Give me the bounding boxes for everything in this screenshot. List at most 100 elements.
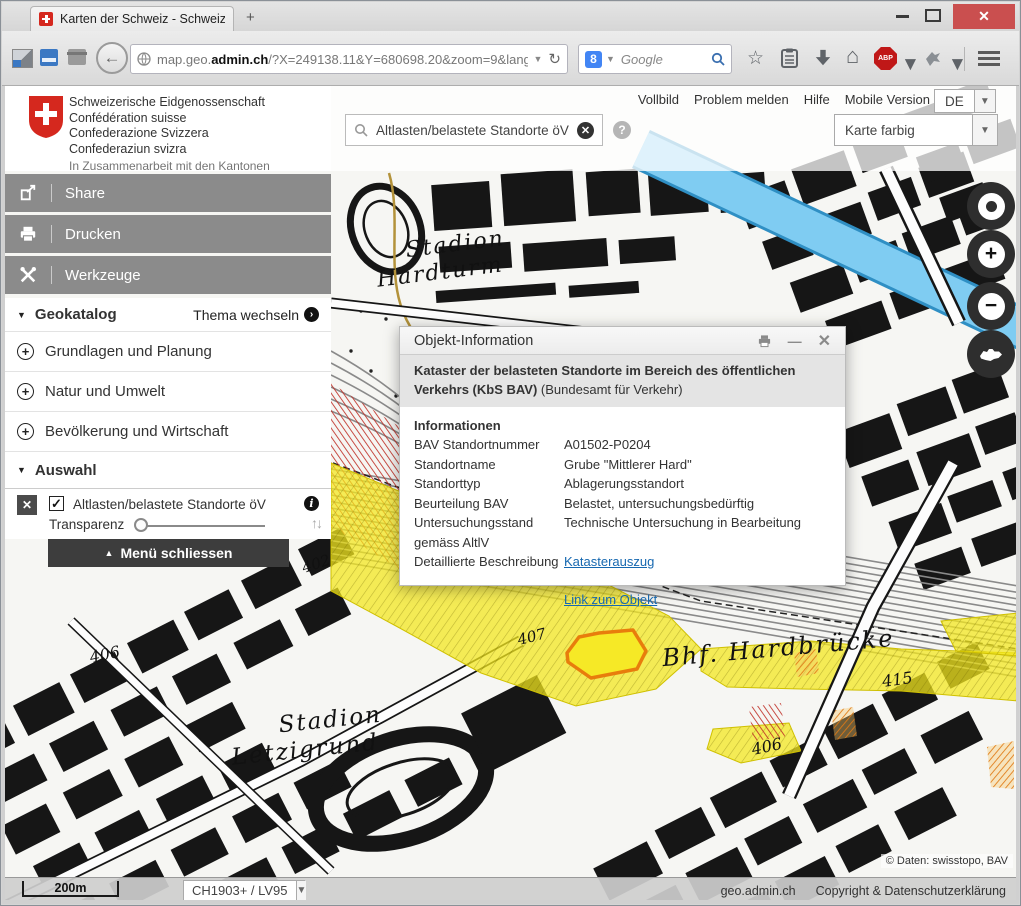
info-row: StandorttypAblagerungsstandort	[414, 474, 831, 494]
category-grundlagen[interactable]: + Grundlagen und Planung	[5, 332, 331, 372]
layer-checkbox[interactable]: ✓	[49, 496, 64, 511]
zoom-out-button[interactable]: −	[967, 282, 1015, 330]
slider-thumb[interactable]	[134, 518, 148, 532]
titlebar: Karten der Schweiz - Schweize... + ✕	[2, 2, 1019, 31]
auswahl-header[interactable]: ▼ Auswahl	[5, 452, 331, 488]
info-row-object-link: Link zum Objekt	[414, 590, 831, 610]
chevron-down-icon: ▼	[17, 465, 26, 475]
minimize-icon[interactable]: —	[788, 333, 802, 349]
geoadmin-link[interactable]: geo.admin.ch	[721, 884, 796, 898]
nav-hilfe[interactable]: Hilfe	[804, 92, 830, 107]
close-icon[interactable]: ✕	[953, 4, 1015, 29]
popup-titlebar[interactable]: Objekt-Information — ✕	[400, 327, 845, 355]
help-icon[interactable]: ?	[613, 121, 631, 139]
addon-icon-3[interactable]	[68, 49, 86, 65]
top-nav: Vollbild Problem melden Hilfe Mobile Ver…	[675, 92, 930, 107]
browser-search-input[interactable]	[619, 51, 707, 68]
url-dropdown-icon[interactable]: ▼	[534, 54, 543, 64]
header-tagline: In Zusammenarbeit mit den Kantonen	[69, 159, 270, 173]
browser-tab[interactable]: Karten der Schweiz - Schweize...	[30, 6, 234, 31]
map-search-input[interactable]	[374, 122, 571, 139]
minimize-icon[interactable]	[896, 15, 909, 18]
google-icon[interactable]: 8	[585, 51, 602, 68]
info-row: StandortnameGrube "Mittlerer Hard"	[414, 455, 831, 475]
menu-icon[interactable]	[978, 51, 1000, 66]
bookmarks-list-icon[interactable]	[781, 48, 798, 68]
reload-icon[interactable]: ↻	[548, 50, 561, 68]
share-icon	[5, 184, 51, 202]
browser-window: Karten der Schweiz - Schweize... + ✕ ← m…	[0, 0, 1021, 906]
map-style-select[interactable]: Karte farbig ▼	[834, 114, 998, 146]
geokatalog-label: Geokatalog	[35, 306, 117, 323]
url-bar[interactable]: map.geo.admin.ch/?X=249138.11&Y=680698.2…	[130, 44, 568, 74]
addon-icon-1[interactable]	[12, 49, 33, 68]
map-attribution: © Daten: swisstopo, BAV	[881, 854, 1013, 868]
clear-search-icon[interactable]: ✕	[577, 122, 594, 139]
tools-icon	[5, 266, 51, 284]
zoom-in-button[interactable]: +	[967, 230, 1015, 278]
arrow-right-icon: ›	[304, 307, 319, 322]
layer-reorder-icons[interactable]: ↑↓	[311, 515, 321, 531]
expand-icon[interactable]: +	[17, 343, 34, 360]
popup-body: Informationen BAV StandortnummerA01502-P…	[400, 407, 845, 619]
remove-layer-icon[interactable]: ✕	[17, 495, 37, 515]
sidebar-item-label: Share	[65, 185, 105, 202]
maximize-icon[interactable]	[925, 9, 941, 22]
category-natur[interactable]: + Natur und Umwelt	[5, 372, 331, 412]
home-icon[interactable]: ⌂	[846, 46, 859, 65]
popup-layer-heading: Kataster der belasteten Standorte im Ber…	[400, 355, 845, 407]
close-icon[interactable]: ✕	[818, 331, 831, 351]
transparency-label: Transparenz	[49, 517, 124, 532]
zoom-out-icon: −	[978, 293, 1005, 320]
chevron-down-icon: ▼	[972, 115, 997, 145]
adblock-icon[interactable]: ABP	[874, 47, 897, 70]
close-menu-button[interactable]: ▲ Menü schliessen	[48, 539, 289, 567]
chevron-down-icon: ▼	[296, 881, 307, 900]
geokatalog-header[interactable]: ▼ Geokatalog Thema wechseln ›	[5, 298, 331, 332]
nav-vollbild[interactable]: Vollbild	[638, 92, 679, 107]
expand-icon[interactable]: +	[17, 423, 34, 440]
print-icon	[5, 225, 51, 243]
nav-mobile-version[interactable]: Mobile Version	[845, 92, 930, 107]
scale-bar: 200m	[22, 881, 119, 897]
switzerland-icon	[978, 346, 1004, 363]
chevron-up-icon: ▲	[105, 548, 114, 558]
copyright-link[interactable]: Copyright & Datenschutzerklärung	[816, 884, 1006, 898]
nav-problem-melden[interactable]: Problem melden	[694, 92, 789, 107]
transparency-slider[interactable]	[137, 525, 265, 527]
globe-icon	[137, 52, 151, 66]
search-engine-dropdown-icon[interactable]: ▼	[606, 54, 615, 64]
info-row: Beurteilung BAVBelastet, untersuchungsbe…	[414, 494, 831, 514]
geolocate-button[interactable]	[967, 182, 1015, 230]
language-select[interactable]: DE ▼	[934, 89, 996, 113]
layer-info-icon[interactable]: i	[304, 496, 319, 511]
category-bevoelkerung[interactable]: + Bevölkerung und Wirtschaft	[5, 412, 331, 452]
sidebar-item-label: Drucken	[65, 226, 121, 243]
expand-icon[interactable]: +	[17, 383, 34, 400]
new-tab-button[interactable]: +	[246, 10, 255, 25]
selected-site-polygon[interactable]	[567, 630, 646, 678]
map-search-box[interactable]: ✕	[345, 114, 603, 146]
print-icon[interactable]	[757, 334, 772, 348]
url-text[interactable]: map.geo.admin.ch/?X=249138.11&Y=680698.2…	[157, 52, 528, 67]
projection-select[interactable]: CH1903+ / LV95 ▼	[183, 880, 305, 901]
adblock-dropdown-icon[interactable]: ▼	[901, 55, 920, 74]
window-border-bottom	[2, 900, 1019, 904]
plugin-icon[interactable]	[924, 50, 942, 66]
swiss-coat-of-arms	[27, 94, 65, 140]
org-name-lines: Schweizerische Eidgenossenschaft Confédé…	[69, 95, 265, 157]
sidebar-item-share[interactable]: Share	[5, 174, 331, 212]
sidebar-item-drucken[interactable]: Drucken	[5, 215, 331, 253]
theme-switch-link[interactable]: Thema wechseln ›	[193, 307, 319, 323]
download-icon[interactable]	[814, 49, 832, 67]
default-extent-button[interactable]	[967, 330, 1015, 378]
search-icon[interactable]	[711, 52, 725, 66]
addon-icon-2[interactable]	[40, 49, 58, 66]
chevron-down-icon: ▼	[974, 90, 995, 112]
sidebar-item-werkzeuge[interactable]: Werkzeuge	[5, 256, 331, 294]
browser-search-box[interactable]: 8 ▼	[578, 44, 732, 74]
kataster-link[interactable]: Katasterauszug	[564, 552, 831, 572]
bookmark-star-icon[interactable]: ☆	[747, 49, 764, 68]
back-button[interactable]: ←	[96, 42, 128, 74]
object-link[interactable]: Link zum Objekt	[564, 590, 831, 610]
